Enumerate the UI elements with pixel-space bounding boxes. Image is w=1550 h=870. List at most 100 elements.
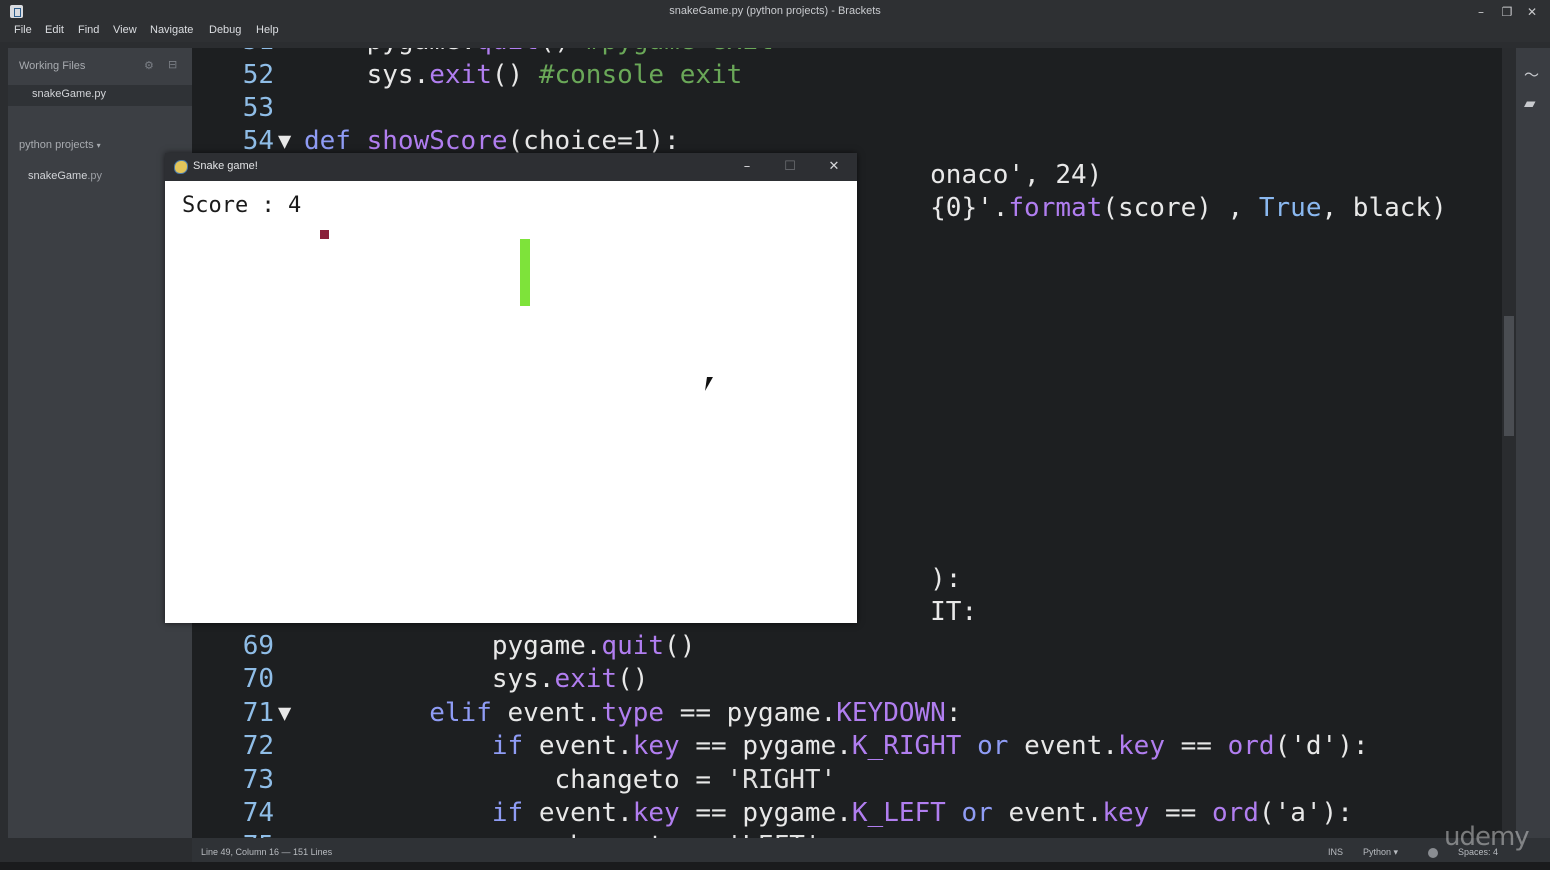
- code-token: exit: [554, 664, 618, 694]
- code-line[interactable]: 51 pygame.quit() #pygame exit: [192, 48, 1502, 58]
- code-line[interactable]: 73 changeto = 'RIGHT': [192, 764, 1502, 797]
- code-token: 'RIGHT': [726, 765, 837, 795]
- code-token: KEYDOWN: [836, 698, 946, 728]
- chevron-down-icon: ▾: [96, 141, 101, 150]
- line-number: 72: [242, 731, 274, 761]
- line-number: 69: [242, 631, 274, 661]
- score-display: Score : 4: [182, 193, 302, 218]
- code-token: or: [945, 798, 1009, 828]
- code-token: ord: [1211, 798, 1259, 828]
- project-name: python projects: [19, 139, 94, 151]
- working-file-name: snakeGame.py: [32, 88, 106, 100]
- code-text: if event.key == pygame.K_RIGHT or event.…: [304, 730, 1369, 763]
- scrollbar-thumb[interactable]: [1504, 316, 1514, 436]
- code-token: (score) ,: [1102, 193, 1259, 223]
- line-number: 70: [242, 664, 274, 694]
- code-text: changeto = 'LEFT': [304, 830, 821, 838]
- code-token: == pygame.: [679, 731, 852, 761]
- code-token: ('d'):: [1274, 731, 1369, 761]
- right-toolbar: 〜 ▰: [1516, 48, 1550, 838]
- code-token: key: [632, 731, 680, 761]
- code-line[interactable]: 69 pygame.quit(): [192, 630, 1502, 663]
- window-edge: [0, 48, 8, 870]
- code-token: (): [539, 48, 586, 56]
- menu-find[interactable]: Find: [78, 24, 99, 36]
- line-number: 51: [226, 48, 274, 58]
- code-line[interactable]: 74 if event.key == pygame.K_LEFT or even…: [192, 797, 1502, 830]
- code-token: key: [632, 798, 680, 828]
- game-maximize-button[interactable]: ☐: [780, 157, 800, 177]
- code-text: pygame.quit() #pygame exit: [304, 48, 774, 58]
- menu-debug[interactable]: Debug: [209, 24, 241, 36]
- language-selector[interactable]: Python ▾: [1363, 847, 1398, 858]
- code-text: sys.exit(): [304, 663, 649, 696]
- project-dropdown[interactable]: python projects ▾: [19, 139, 101, 151]
- snake-game-window[interactable]: Snake game! – ☐ ✕ Score : 4: [165, 153, 857, 623]
- restore-button[interactable]: ❐: [1498, 3, 1516, 21]
- code-token: :: [945, 698, 962, 728]
- menu-file[interactable]: File: [14, 24, 32, 36]
- gear-icon[interactable]: ⚙: [144, 59, 154, 72]
- code-token: (choice=1):: [507, 126, 680, 156]
- code-token: 'LEFT': [727, 831, 821, 838]
- close-button[interactable]: ✕: [1523, 3, 1541, 21]
- project-file-item[interactable]: snakeGame.py: [28, 170, 102, 182]
- menu-edit[interactable]: Edit: [45, 24, 64, 36]
- minimize-button[interactable]: –: [1472, 3, 1490, 21]
- code-token: #console exit: [538, 60, 743, 90]
- menu-navigate[interactable]: Navigate: [150, 24, 193, 36]
- working-file-item[interactable]: snakeGame.py: [8, 85, 192, 106]
- fold-toggle-icon[interactable]: ▼: [278, 697, 291, 730]
- window-title: snakeGame.py (python projects) - Bracket…: [669, 5, 881, 17]
- code-line[interactable]: 75 changeto = 'LEFT': [192, 830, 1502, 838]
- linter-status-icon[interactable]: [1428, 848, 1438, 858]
- code-token: or: [961, 731, 1025, 761]
- code-token: key: [1118, 731, 1165, 761]
- project-file-name: snakeGame: [28, 170, 88, 182]
- code-token: K_RIGHT: [851, 731, 962, 761]
- code-line[interactable]: 71 ▼ elif event.type == pygame.KEYDOWN:: [192, 697, 1502, 730]
- game-window-title: Snake game!: [193, 160, 258, 172]
- code-token: ==: [1149, 798, 1212, 828]
- code-text: if event.key == pygame.K_LEFT or event.k…: [304, 797, 1353, 830]
- code-token: , black): [1321, 193, 1447, 223]
- editor-scrollbar[interactable]: [1502, 48, 1516, 838]
- code-text: pygame.quit(): [304, 630, 696, 663]
- insert-mode[interactable]: INS: [1328, 847, 1343, 857]
- game-canvas[interactable]: Score : 4: [165, 181, 857, 623]
- line-number: 52: [242, 60, 274, 90]
- code-line[interactable]: 72 if event.key == pygame.K_RIGHT or eve…: [192, 730, 1502, 763]
- code-line[interactable]: 70 sys.exit(): [192, 663, 1502, 696]
- line-number: 53: [242, 93, 274, 123]
- menu-help[interactable]: Help: [256, 24, 279, 36]
- code-token: pygame.: [491, 631, 602, 661]
- code-line[interactable]: 53: [192, 92, 1502, 125]
- code-token: event.: [1024, 731, 1119, 761]
- menu-view[interactable]: View: [113, 24, 137, 36]
- code-text: elif event.type == pygame.KEYDOWN:: [304, 697, 961, 730]
- code-token: #pygame exit: [586, 48, 774, 56]
- game-title-bar[interactable]: Snake game! – ☐ ✕: [165, 153, 857, 181]
- food-pellet: [320, 230, 329, 239]
- game-close-button[interactable]: ✕: [824, 157, 844, 177]
- split-view-icon[interactable]: ⊟: [168, 58, 177, 71]
- project-file-ext: .py: [87, 170, 102, 182]
- code-token: (): [491, 60, 539, 90]
- code-token: (): [617, 664, 649, 694]
- code-token: if: [491, 798, 539, 828]
- extension-manager-icon[interactable]: ▰: [1524, 94, 1536, 112]
- code-line[interactable]: 52 sys.exit() #console exit: [192, 59, 1502, 92]
- cursor-position: Line 49, Column 16 — 151 Lines: [201, 847, 333, 857]
- code-token: key: [1102, 798, 1150, 828]
- game-minimize-button[interactable]: –: [737, 157, 757, 177]
- code-token: event.: [1008, 798, 1103, 828]
- live-preview-icon[interactable]: 〜: [1524, 64, 1539, 85]
